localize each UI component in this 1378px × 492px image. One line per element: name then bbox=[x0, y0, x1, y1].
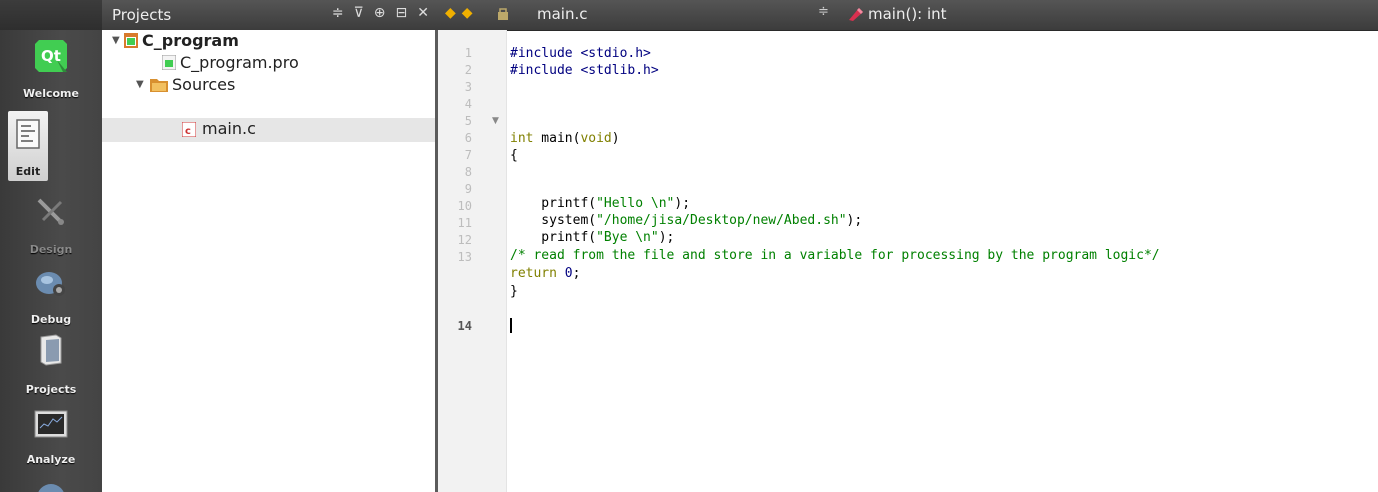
analyze-monitor-icon bbox=[34, 410, 68, 438]
line-number: 1 bbox=[464, 46, 472, 60]
code-line: int main(void) bbox=[510, 131, 620, 148]
code-line-text: printf("Bye \n"); bbox=[510, 230, 675, 245]
line-number: 5 bbox=[464, 114, 472, 128]
code-line: system("/home/jisa/Desktop/new/Abed.sh")… bbox=[510, 213, 862, 230]
code-line: { bbox=[510, 148, 518, 165]
symbol-selector[interactable]: main(): int bbox=[868, 5, 947, 23]
sources-folder-icon bbox=[150, 79, 168, 92]
mode-label-debug: Debug bbox=[30, 313, 72, 326]
code-line-text: #include <stdlib.h> bbox=[510, 63, 659, 78]
file-dropdown-icon[interactable]: ≑ bbox=[818, 4, 829, 19]
code-line: #include <stdlib.h> bbox=[510, 63, 659, 80]
editor-toolbar: ◆◆ main.c ≑ main(): int bbox=[435, 0, 1378, 31]
tree-item-label: Sources bbox=[172, 75, 236, 94]
tree-item-label: C_program.pro bbox=[180, 53, 299, 72]
line-number: 8 bbox=[464, 165, 472, 179]
mode-bar-corner bbox=[0, 0, 102, 30]
projects-panel-title[interactable]: Projects bbox=[112, 6, 171, 24]
tree-item-c-program[interactable]: ▼ C_program bbox=[102, 30, 435, 52]
line-number: 3 bbox=[464, 80, 472, 94]
mode-help[interactable] bbox=[0, 472, 102, 492]
code-line-text: return 0; bbox=[510, 266, 581, 281]
code-line: #include <stdio.h> bbox=[510, 46, 651, 63]
debug-bug-icon bbox=[36, 272, 65, 296]
line-number: 11 bbox=[457, 216, 472, 230]
code-line: } bbox=[510, 284, 518, 301]
mode-edit[interactable]: Edit bbox=[8, 111, 48, 181]
text-cursor bbox=[510, 318, 512, 333]
code-line-current bbox=[510, 318, 512, 335]
line-number: 7 bbox=[464, 148, 472, 162]
mode-label-analyze: Analyze bbox=[26, 453, 76, 466]
tree-item-label: C_program bbox=[142, 31, 239, 50]
code-line: return 0; bbox=[510, 266, 580, 283]
code-line: /* read from the file and store in a var… bbox=[510, 248, 1160, 265]
code-line-text: int main(void) bbox=[510, 131, 620, 146]
line-number: 4 bbox=[464, 97, 472, 111]
mode-debug[interactable]: Debug bbox=[0, 262, 102, 332]
mode-label-projects: Projects bbox=[25, 383, 77, 396]
projects-view-dropdown-icon[interactable]: ≑ bbox=[332, 5, 344, 21]
code-line-text: { bbox=[510, 148, 518, 163]
line-number: 10 bbox=[457, 199, 472, 213]
code-line-text: system("/home/jisa/Desktop/new/Abed.sh")… bbox=[510, 213, 863, 228]
code-line: printf("Bye \n"); bbox=[510, 230, 674, 247]
mode-analyze[interactable]: Analyze bbox=[0, 402, 102, 472]
fold-marker-icon[interactable]: ▼ bbox=[492, 116, 499, 126]
go-forward-icon[interactable]: ◆ bbox=[462, 5, 479, 21]
mode-label-design: Design bbox=[29, 243, 73, 256]
tree-item-c-program-pro[interactable]: C_program.pro bbox=[102, 52, 435, 74]
file-lock-icon bbox=[498, 8, 508, 20]
tree-item-sources[interactable]: ▼ Sources bbox=[102, 74, 435, 96]
project-icon bbox=[124, 33, 138, 48]
design-tools-icon bbox=[37, 198, 64, 225]
open-file-selector[interactable]: main.c bbox=[537, 5, 588, 23]
expand-arrow-icon[interactable]: ▼ bbox=[136, 79, 144, 90]
project-tree: ▼ C_program C_program.pro ▼ Sources c ma… bbox=[102, 30, 438, 492]
mode-label-welcome: Welcome bbox=[23, 87, 79, 100]
split-panel-icon[interactable]: ⊟ bbox=[396, 5, 408, 21]
line-number: 13 bbox=[457, 250, 472, 264]
edit-document-icon bbox=[16, 119, 40, 149]
function-symbol-icon bbox=[849, 8, 863, 21]
filter-tree-icon[interactable]: ⊽ bbox=[354, 5, 364, 21]
expand-arrow-icon[interactable]: ▼ bbox=[112, 35, 120, 46]
code-editor[interactable]: #include <stdio.h> #include <stdlib.h> i… bbox=[510, 30, 1378, 492]
code-line: printf("Hello \n"); bbox=[510, 196, 690, 213]
mode-projects[interactable]: Projects bbox=[0, 332, 102, 402]
go-back-icon[interactable]: ◆ bbox=[445, 5, 462, 21]
current-line-number: 14 bbox=[457, 319, 472, 333]
synchronize-with-editor-icon[interactable]: ⊕ bbox=[374, 5, 386, 21]
qt-logo-icon: Qt bbox=[35, 40, 67, 72]
mode-welcome[interactable]: Qt Welcome bbox=[0, 36, 102, 106]
mode-design[interactable]: Design bbox=[0, 192, 102, 262]
projects-panel-toolbar: Projects ≑ ⊽ ⊕ ⊟ ✕ bbox=[102, 0, 435, 31]
mode-label-edit: Edit bbox=[15, 165, 41, 178]
help-icon bbox=[38, 484, 64, 492]
line-number: 6 bbox=[464, 131, 472, 145]
c-file-icon: c bbox=[182, 122, 196, 137]
code-line-text: #include <stdio.h> bbox=[510, 46, 651, 61]
line-number-gutter: 1 2 3 4 5 ▼ 6 7 8 9 10 11 12 13 14 bbox=[438, 30, 507, 492]
line-number: 12 bbox=[457, 233, 472, 247]
projects-folder-icon bbox=[40, 334, 62, 366]
line-number: 9 bbox=[464, 182, 472, 196]
navigation-buttons: ◆◆ bbox=[445, 5, 479, 21]
code-line-text: } bbox=[510, 284, 518, 299]
projects-panel-tools: ≑ ⊽ ⊕ ⊟ ✕ bbox=[332, 5, 429, 21]
tree-item-label: main.c bbox=[202, 119, 256, 138]
tree-item-main-c[interactable]: c main.c bbox=[102, 118, 435, 142]
mode-selector-bar: Qt Welcome Edit Design Debug Projects An… bbox=[0, 0, 103, 492]
pro-file-icon bbox=[162, 55, 176, 70]
svg-text:Qt: Qt bbox=[41, 47, 61, 65]
code-comment-text: /* read from the file and store in a var… bbox=[510, 248, 1160, 263]
svg-text:c: c bbox=[185, 126, 191, 137]
code-line-text: printf("Hello \n"); bbox=[510, 196, 691, 211]
close-panel-icon[interactable]: ✕ bbox=[417, 5, 429, 21]
line-number: 2 bbox=[464, 63, 472, 77]
